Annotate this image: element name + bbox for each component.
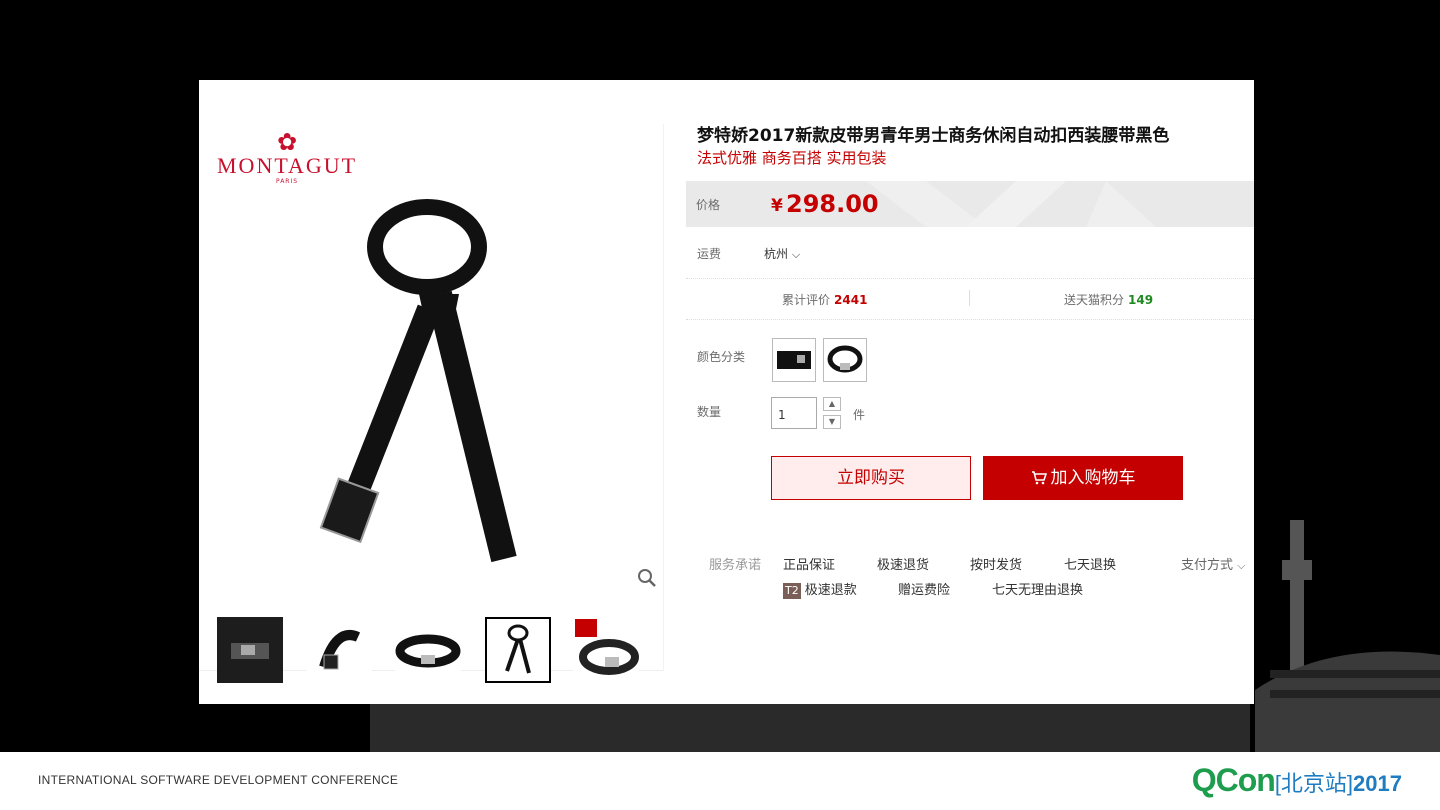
slide-footer: INTERNATIONAL SOFTWARE DEVELOPMENT CONFE… <box>0 752 1440 810</box>
service-item[interactable]: 赠运费险 <box>898 579 950 598</box>
t2-badge: T2 <box>783 583 801 599</box>
belt-image <box>319 199 517 563</box>
service-item[interactable]: 七天无理由退换 <box>992 579 1083 598</box>
stats-separator <box>969 290 970 306</box>
color-label: 颜色分类 <box>697 350 746 364</box>
chevron-down-icon: ⌵ <box>1237 559 1246 572</box>
quantity-input[interactable]: 1 <box>771 397 817 429</box>
reviews-stat[interactable]: 累计评价 2441 <box>782 291 867 308</box>
product-subtitle: 法式优雅 商务百搭 实用包装 <box>697 149 887 167</box>
stats-row: 累计评价 2441 送天猫积分 149 <box>686 280 1254 318</box>
price-label: 价格 <box>696 198 721 212</box>
thumbnail-1[interactable] <box>217 617 283 683</box>
service-item[interactable]: 七天退换 <box>1064 554 1116 573</box>
payment-method-dropdown[interactable]: 支付方式 ⌵ <box>1181 554 1246 573</box>
buy-now-button[interactable]: 立即购买 <box>771 456 971 500</box>
color-swatch-2[interactable] <box>823 338 867 382</box>
qcon-logo: QCon[北京站]2017 <box>1191 762 1402 798</box>
thumbnail-4-selected[interactable] <box>485 617 551 683</box>
cart-icon <box>1031 471 1047 485</box>
brand-logo: ✿ MONTAGUT PARIS <box>217 128 358 185</box>
service-item[interactable]: 按时发货 <box>970 554 1022 573</box>
product-detail-panel: ✿ MONTAGUT PARIS 梦特娇2017新款皮带男青年男士商务休闲自动扣… <box>199 80 1254 704</box>
quantity-unit: 件 <box>853 408 866 422</box>
thumbnail-5[interactable] <box>573 617 639 683</box>
add-to-cart-button[interactable]: 加入购物车 <box>983 456 1183 500</box>
thumbnail-3[interactable] <box>395 617 461 683</box>
service-label: 服务承诺 <box>709 558 762 573</box>
currency-symbol: ¥ <box>771 196 783 216</box>
product-title: 梦特娇2017新款皮带男青年男士商务休闲自动扣西装腰带黑色 <box>697 126 1170 146</box>
quantity-increase-button[interactable]: ▲ <box>823 397 841 411</box>
flower-icon: ✿ <box>276 128 298 156</box>
chevron-down-icon: ⌵ <box>791 248 801 261</box>
thumbnail-2[interactable] <box>306 617 372 683</box>
divider <box>686 278 1254 279</box>
quantity-label: 数量 <box>697 405 722 419</box>
service-item[interactable]: T2 极速退款 <box>783 579 857 599</box>
color-swatch-1[interactable] <box>772 338 816 382</box>
conference-name: INTERNATIONAL SOFTWARE DEVELOPMENT CONFE… <box>38 773 399 787</box>
shipping-location-select[interactable]: 杭州 ⌵ <box>764 245 800 262</box>
shipping-label: 运费 <box>697 247 722 261</box>
main-product-image[interactable]: ✿ MONTAGUT PARIS <box>199 124 664 671</box>
price-bar: 价格 ¥ 298.00 <box>686 181 1254 227</box>
service-item[interactable]: 极速退货 <box>877 554 929 573</box>
divider <box>686 319 1254 320</box>
quantity-decrease-button[interactable]: ▼ <box>823 415 841 429</box>
zoom-icon[interactable] <box>637 568 657 588</box>
service-item[interactable]: 正品保证 <box>783 554 835 573</box>
points-stat: 送天猫积分 149 <box>1064 293 1154 307</box>
price-value: 298.00 <box>786 190 879 218</box>
